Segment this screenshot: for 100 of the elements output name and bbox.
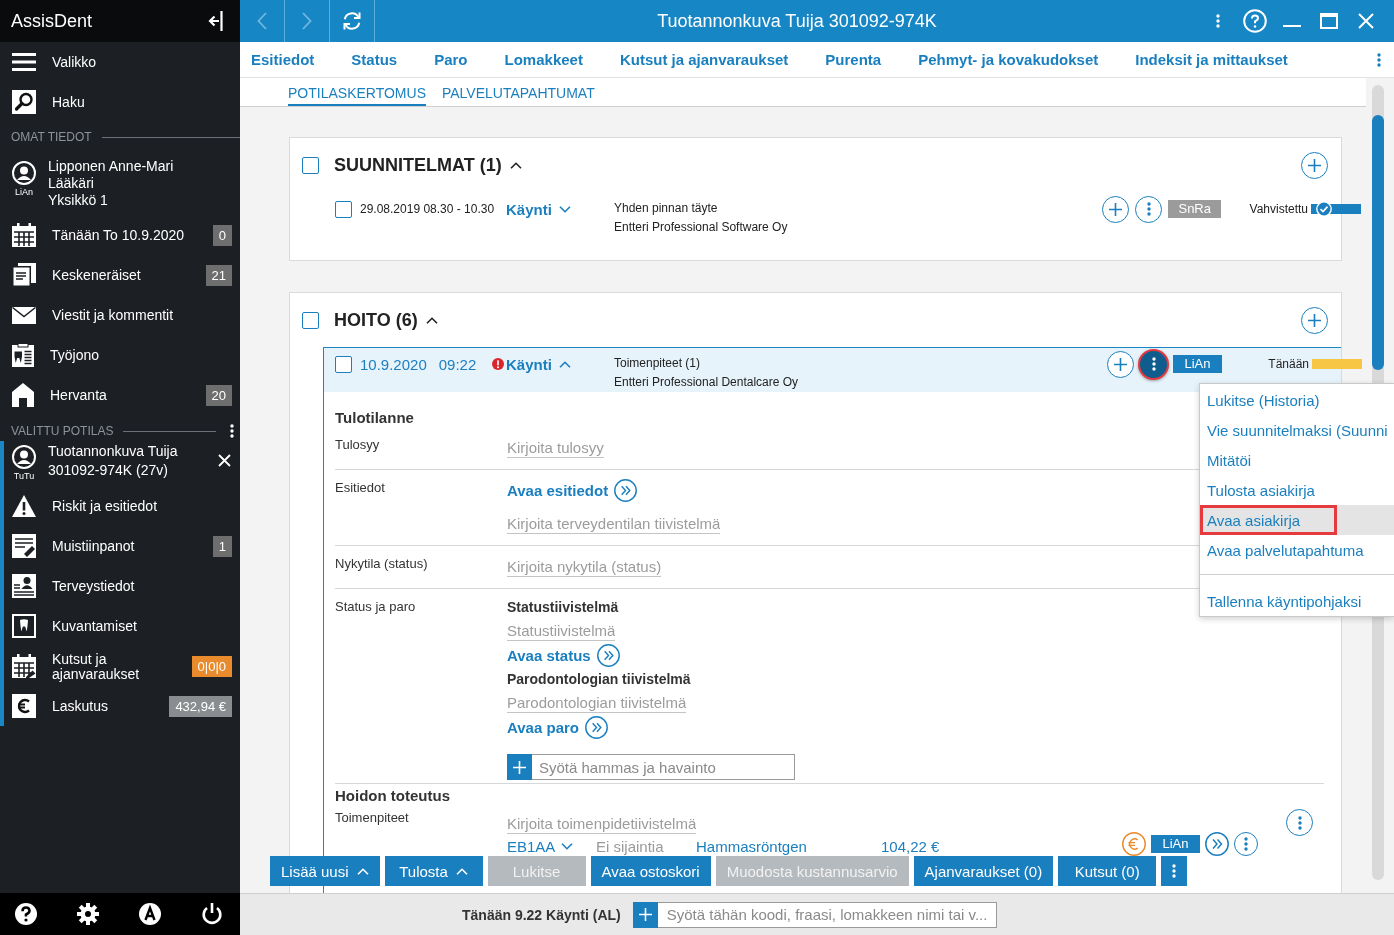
sidebar-item[interactable]: Laskutus bbox=[12, 694, 164, 718]
field-label: Tulosyy bbox=[335, 436, 381, 454]
chevron-right-icon bbox=[302, 12, 312, 30]
tab[interactable]: Status bbox=[351, 49, 398, 70]
action-button[interactable]: Ajanvaraukset (0) bbox=[913, 856, 1054, 886]
settings-button[interactable] bbox=[77, 903, 99, 925]
more-icon bbox=[230, 424, 234, 438]
sidebar-item[interactable]: Kutsut ja ajanvaraukset bbox=[12, 650, 186, 682]
checkbox[interactable] bbox=[335, 355, 352, 373]
minimize-icon bbox=[1282, 25, 1301, 27]
tab[interactable]: PALVELUTAPAHTUMAT bbox=[441, 78, 595, 106]
action-button[interactable]: Tulosta bbox=[384, 856, 483, 886]
checkbox[interactable] bbox=[302, 156, 319, 174]
help-icon bbox=[1242, 9, 1267, 33]
settings-icon bbox=[77, 903, 99, 925]
sidebar-item[interactable]: Riskit ja esitiedot bbox=[12, 495, 232, 517]
input-field[interactable]: Kirjoita tulosyy bbox=[507, 436, 604, 458]
command-field[interactable]: Syötä tähän koodi, fraasi, lomakkeen nimi tai v... bbox=[657, 901, 998, 928]
power-button[interactable] bbox=[201, 903, 223, 925]
add-button[interactable] bbox=[1301, 151, 1328, 179]
scrollbar-thumb[interactable] bbox=[1372, 115, 1384, 370]
status-label: Tänään bbox=[1268, 357, 1309, 371]
documents-icon bbox=[12, 263, 36, 287]
sidebar-item[interactable]: Kuvantamiset bbox=[12, 614, 232, 638]
menu-item[interactable]: Avaa asiakirja bbox=[1200, 505, 1394, 535]
open-link[interactable]: Avaa paro bbox=[507, 716, 608, 739]
sidebar-item[interactable]: Valikko bbox=[12, 53, 232, 71]
input-field[interactable]: Syötä hammas ja havainto bbox=[532, 754, 795, 780]
visit-type-dropdown[interactable]: Käynti bbox=[506, 200, 571, 218]
tooth-icon bbox=[12, 614, 36, 638]
menu-item[interactable]: Tallenna käyntipohjaksi bbox=[1200, 574, 1394, 616]
action-button[interactable]: Lisää uusi bbox=[270, 856, 380, 886]
sidebar-item[interactable]: Hervanta bbox=[12, 383, 200, 407]
tab[interactable]: Lomakkeet bbox=[504, 49, 583, 70]
account-button[interactable] bbox=[139, 903, 161, 925]
user-badge: LiAn bbox=[1173, 355, 1222, 373]
collapse-button[interactable] bbox=[208, 11, 223, 31]
procedure-link[interactable]: Hammasröntgen bbox=[696, 837, 881, 855]
euro-circle-icon[interactable] bbox=[1122, 832, 1146, 856]
user-unit: Yksikkö 1 bbox=[48, 192, 109, 209]
open-link[interactable]: Avaa status bbox=[507, 644, 620, 667]
input-field[interactable]: Parodontologian tiivistelmä bbox=[507, 691, 687, 713]
checkbox[interactable] bbox=[335, 200, 352, 218]
tab[interactable]: Pehmyt- ja kovakudokset bbox=[918, 49, 1099, 70]
status-label: Vahvistettu bbox=[1249, 202, 1308, 216]
more-icon bbox=[1146, 202, 1151, 216]
tab[interactable]: Esitiedot bbox=[251, 49, 315, 70]
plus-icon bbox=[1114, 357, 1127, 371]
sidebar-item[interactable]: Tänään To 10.9.2020 bbox=[12, 223, 207, 247]
add-button[interactable] bbox=[632, 901, 658, 928]
menu-item[interactable]: Avaa palvelutapahtuma bbox=[1200, 535, 1394, 565]
open-button[interactable] bbox=[1205, 832, 1229, 856]
close-button[interactable] bbox=[218, 454, 231, 467]
action-button[interactable]: Avaa ostoskori bbox=[590, 856, 711, 886]
more-button[interactable] bbox=[1138, 348, 1169, 380]
sidebar-item[interactable]: Terveystiedot bbox=[12, 574, 232, 598]
sidebar-item[interactable]: Muistiinpanot bbox=[12, 534, 207, 558]
chevron-left-icon bbox=[257, 12, 267, 30]
user-badge: SnRa bbox=[1168, 200, 1221, 218]
input-field[interactable]: Statustiivistelmä bbox=[507, 619, 616, 641]
menu-item[interactable]: Lukitse (Historia) bbox=[1200, 385, 1394, 415]
caret-up-icon bbox=[455, 867, 468, 875]
tab[interactable]: Kutsut ja ajanvaraukset bbox=[619, 49, 789, 70]
open-link[interactable]: Avaa esitiedot bbox=[507, 479, 638, 502]
add-button[interactable] bbox=[507, 754, 532, 780]
sidebar-item[interactable]: Työjono bbox=[12, 343, 232, 367]
input-field[interactable]: Kirjoita nykytila (status) bbox=[507, 555, 662, 577]
visit-summary: Yhden pinnan täyte bbox=[614, 200, 719, 217]
plus-icon bbox=[638, 908, 652, 921]
sidebar-item[interactable]: Viestit ja kommentit bbox=[12, 306, 232, 324]
patient-name: Tuotannonkuva Tuija bbox=[48, 442, 178, 461]
info-badge: 21 bbox=[205, 264, 232, 286]
visit-type-dropdown[interactable]: Käynti bbox=[506, 355, 571, 373]
procedure-code-dropdown[interactable]: EB1AA bbox=[507, 837, 596, 855]
help-button[interactable] bbox=[15, 903, 37, 925]
input-field[interactable]: Kirjoita toimenpidetiivistelmä bbox=[507, 811, 697, 834]
house-icon bbox=[12, 383, 34, 407]
power-icon bbox=[201, 903, 223, 925]
close-icon bbox=[1357, 13, 1374, 29]
menu-item[interactable]: Vie suunnitelmaksi (Suunni bbox=[1200, 415, 1394, 445]
add-button[interactable] bbox=[1102, 195, 1130, 223]
sidebar-item[interactable]: Keskeneräiset bbox=[12, 263, 200, 287]
tab[interactable]: Indeksit ja mittaukset bbox=[1135, 49, 1288, 70]
tab[interactable]: Purenta bbox=[825, 49, 882, 70]
menu-item[interactable]: Mitätöi bbox=[1200, 445, 1394, 475]
checkbox[interactable] bbox=[302, 311, 319, 329]
action-button[interactable]: Kutsut (0) bbox=[1058, 856, 1157, 886]
more-icon bbox=[1215, 14, 1220, 28]
visit-time: 09:22 bbox=[438, 355, 477, 373]
add-button[interactable] bbox=[1301, 306, 1328, 334]
user-role: Lääkäri bbox=[48, 175, 95, 192]
menu-item[interactable]: Tulosta asiakirja bbox=[1200, 475, 1394, 505]
section-title: SUUNNITELMAT (1) bbox=[334, 154, 502, 176]
patient-id: 301092-974K (27v) bbox=[48, 461, 169, 480]
double-chevron-icon bbox=[614, 479, 638, 502]
tab[interactable]: Paro bbox=[434, 49, 468, 70]
sidebar-item[interactable]: Haku bbox=[12, 90, 232, 114]
avatar-icon bbox=[12, 161, 36, 185]
add-button[interactable] bbox=[1107, 350, 1134, 378]
input-field[interactable]: Kirjoita terveydentilan tiivistelmä bbox=[507, 512, 721, 534]
